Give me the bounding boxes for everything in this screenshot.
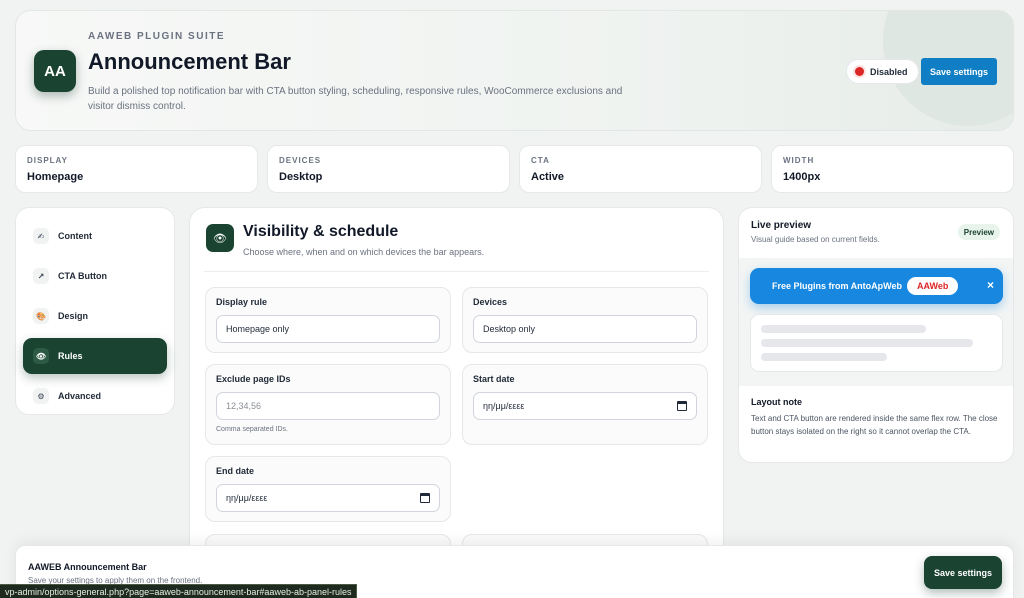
stat-devices: DEVICES Desktop [267, 145, 510, 193]
page-description: Build a polished top notification bar wi… [88, 86, 623, 112]
arrow-icon: ↗ [33, 268, 49, 284]
start-date-field: Start date ηη/μμ/εεεε [462, 364, 708, 445]
stat-cta: CTA Active [519, 145, 762, 193]
rules-panel: 👁 Visibility & schedule Choose where, wh… [189, 207, 724, 567]
announcement-bar-preview: Free Plugins from AntoApWeb AAWeb × [750, 268, 1003, 304]
layout-note: Text and CTA button are rendered inside … [751, 414, 998, 436]
sidebar-item-label: Advanced [58, 391, 102, 401]
eye-icon: 👁 [206, 224, 234, 252]
pencil-icon: ✍ [33, 228, 49, 244]
stat-display: DISPLAY Homepage [15, 145, 258, 193]
stat-label: WIDTH [783, 156, 815, 165]
field-hint: Comma separated IDs. [216, 426, 288, 433]
skeleton-line [761, 353, 887, 361]
divider [204, 271, 709, 272]
gear-icon: ⚙ [33, 388, 49, 404]
start-date-input[interactable]: ηη/μμ/εεεε [473, 392, 697, 420]
field-label: Devices [473, 297, 508, 307]
status-label: Disabled [870, 66, 908, 77]
stat-value: 1400px [783, 171, 821, 183]
footer-save-button[interactable]: Save settings [924, 556, 1002, 589]
sidebar-item-content[interactable]: ✍ Content [23, 218, 167, 254]
sidebar-item-label: CTA Button [58, 271, 107, 281]
layout-note-title: Layout note [751, 397, 802, 407]
preview-stage: Free Plugins from AntoApWeb AAWeb × [739, 258, 1013, 386]
end-date-input[interactable]: ηη/μμ/εεεε [216, 484, 440, 512]
preview-badge: Preview [957, 224, 1000, 240]
eye-icon: 👁 [33, 348, 49, 364]
panel-subtitle: Choose where, when and on which devices … [243, 247, 485, 257]
sidebar-item-rules[interactable]: 👁 Rules [23, 338, 167, 374]
preview-title: Live preview [751, 220, 812, 231]
stat-value: Homepage [27, 171, 84, 183]
status-dot-icon [855, 67, 864, 76]
stat-value: Desktop [279, 171, 323, 183]
exclude-ids-field: Exclude page IDs 12,34,56 Comma separate… [205, 364, 451, 445]
panel-title: Visibility & schedule [243, 223, 399, 240]
bar-text: Free Plugins from AntoApWeb [772, 281, 903, 291]
field-label: Start date [473, 374, 515, 384]
date-value: ηη/μμ/εεεε [483, 401, 525, 411]
sidebar-item-advanced[interactable]: ⚙ Advanced [23, 378, 167, 414]
content-skeleton [750, 314, 1003, 372]
skeleton-line [761, 325, 926, 333]
calendar-icon[interactable] [677, 401, 687, 411]
stat-label: DISPLAY [27, 156, 68, 165]
page-header: AA AAWEB PLUGIN SUITE Announcement Bar B… [15, 10, 1014, 131]
sidebar-item-design[interactable]: 🎨 Design [23, 298, 167, 334]
browser-status-url: vp-admin/options-general.php?page=aaweb-… [0, 584, 358, 598]
sidebar-item-label: Content [58, 231, 92, 241]
close-icon: × [986, 278, 994, 292]
suite-eyebrow: AAWEB PLUGIN SUITE [88, 31, 226, 42]
stat-value: Active [531, 171, 565, 183]
palette-icon: 🎨 [33, 308, 49, 324]
settings-sidebar: ✍ Content ↗ CTA Button 🎨 Design 👁 Rules … [15, 207, 175, 415]
plugin-logo: AA [34, 50, 76, 92]
sidebar-item-label: Design [58, 311, 89, 321]
field-label: End date [216, 466, 255, 476]
sidebar-item-label: Rules [58, 351, 83, 361]
display-rule-select[interactable]: Homepage only [216, 315, 440, 343]
page-title: Announcement Bar [88, 49, 291, 74]
stat-label: CTA [531, 156, 550, 165]
stat-width: WIDTH 1400px [771, 145, 1014, 193]
live-preview-panel: Live preview Visual guide based on curre… [738, 207, 1014, 463]
preview-subtitle: Visual guide based on current fields. [751, 235, 880, 244]
skeleton-line [761, 339, 973, 347]
end-date-field: End date ηη/μμ/εεεε [205, 456, 451, 522]
status-badge: Disabled [846, 59, 919, 84]
sidebar-item-cta-button[interactable]: ↗ CTA Button [23, 258, 167, 294]
exclude-ids-input[interactable]: 12,34,56 [216, 392, 440, 420]
devices-select[interactable]: Desktop only [473, 315, 697, 343]
display-rule-field: Display rule Homepage only [205, 287, 451, 353]
devices-field: Devices Desktop only [462, 287, 708, 353]
field-label: Display rule [216, 297, 268, 307]
footer-title: AAWEB Announcement Bar [28, 562, 147, 572]
stat-label: DEVICES [279, 156, 322, 165]
calendar-icon[interactable] [420, 493, 430, 503]
save-settings-button[interactable]: Save settings [921, 58, 997, 85]
field-label: Exclude page IDs [216, 374, 291, 384]
bar-cta-button: AAWeb [907, 277, 959, 295]
date-value: ηη/μμ/εεεε [226, 493, 268, 503]
